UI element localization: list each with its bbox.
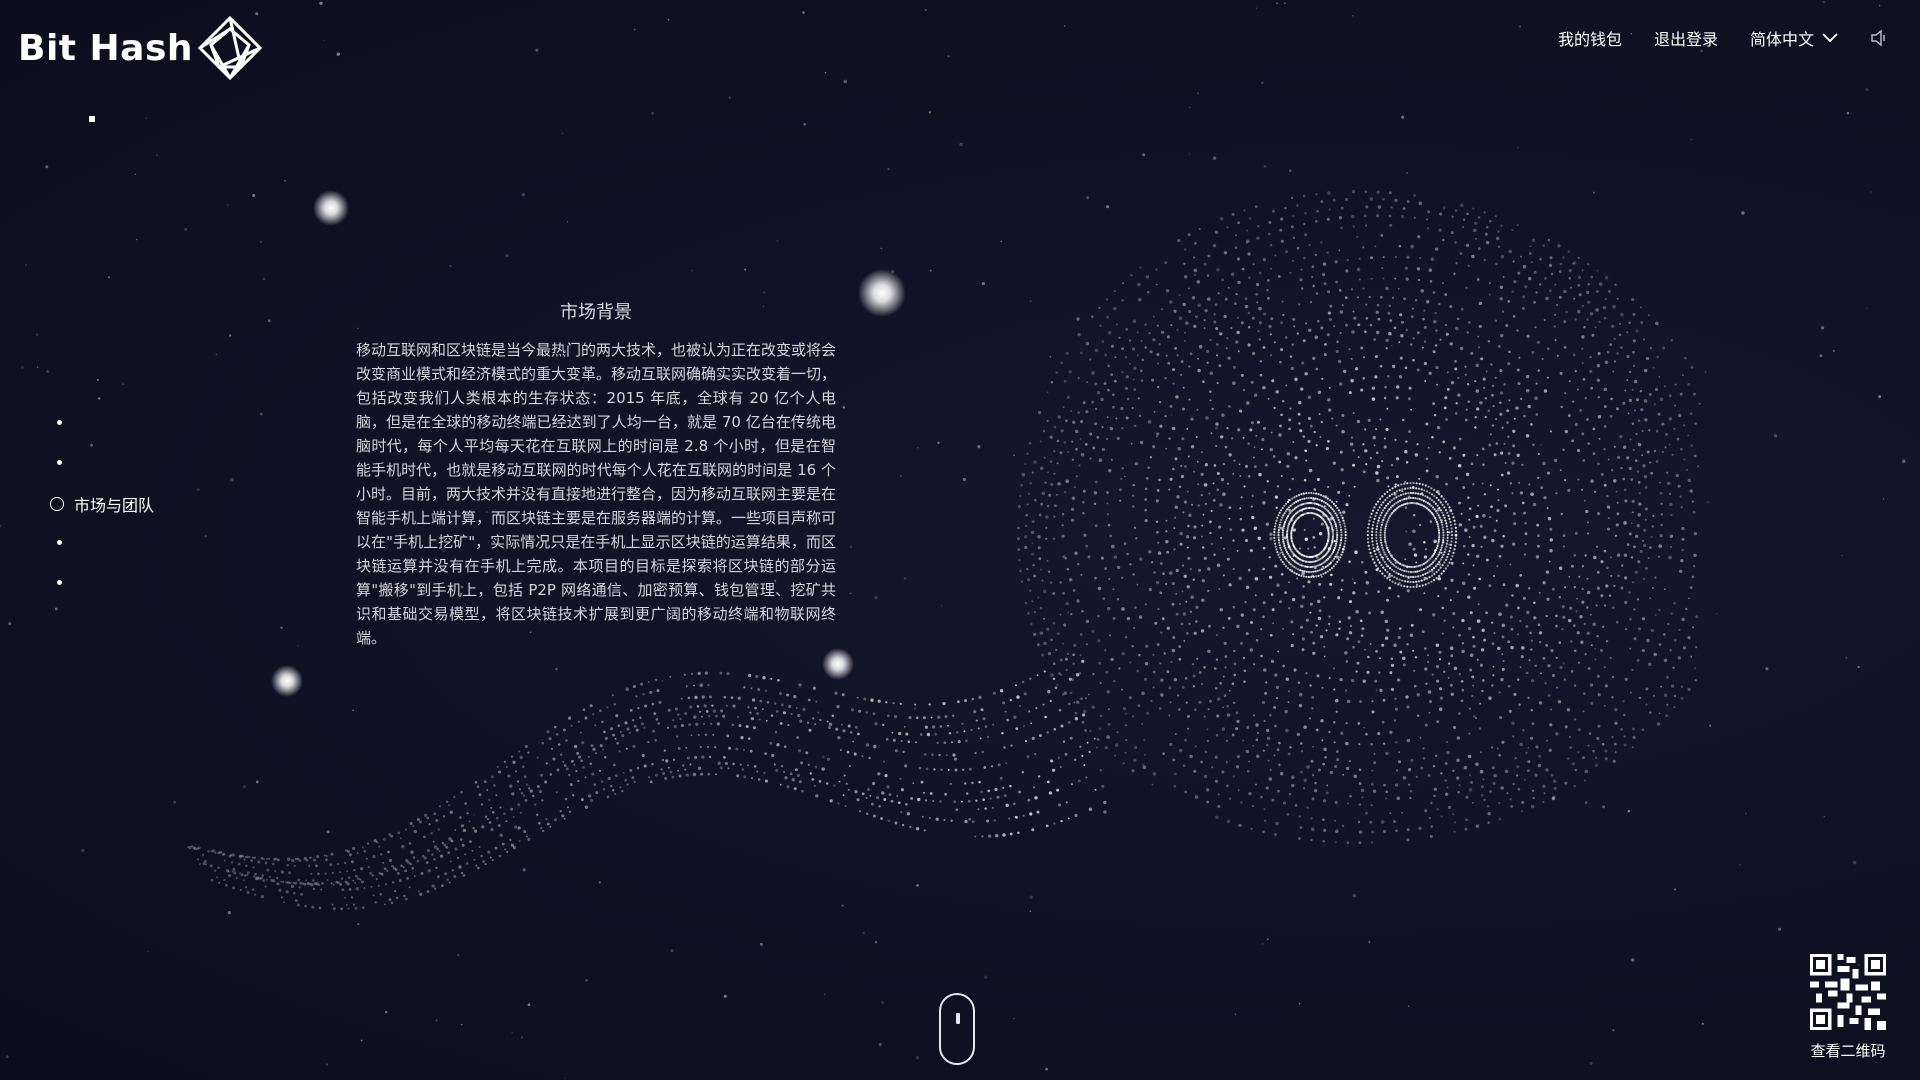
section-dot [57, 460, 62, 465]
section-nav-item-5[interactable] [50, 580, 62, 585]
diamond-lattice-icon [197, 15, 263, 81]
section-dot [57, 540, 62, 545]
sound-toggle[interactable] [1870, 28, 1890, 48]
my-wallet-link[interactable]: 我的钱包 [1558, 26, 1622, 50]
particle-background [0, 1, 1906, 1080]
mouse-wheel [956, 1013, 960, 1024]
section-title: 市场背景 [560, 302, 632, 323]
page: Bit Hash 我的钱包 退出登录 简体中文 市场与团队 市场背景 移动互联网… [0, 0, 1920, 1080]
section-nav-item-1[interactable] [50, 420, 62, 425]
language-selector[interactable]: 简体中文 [1750, 26, 1838, 50]
logout-link[interactable]: 退出登录 [1654, 26, 1718, 50]
section-nav-label: 市场与团队 [74, 496, 155, 515]
market-background-section: 市场背景 移动互联网和区块链是当今最热门的两大技术，也被认为正在改变或将会改变商… [356, 298, 836, 650]
section-body: 移动互联网和区块链是当今最热门的两大技术，也被认为正在改变或将会改变商业模式和经… [356, 341, 837, 647]
qr-code-icon [1810, 954, 1886, 1030]
section-nav-item-2[interactable] [50, 460, 62, 465]
brand-logo[interactable]: Bit Hash [18, 15, 263, 81]
section-dot [57, 420, 62, 425]
qr-code-label: 查看二维码 [1810, 1042, 1886, 1060]
brand-name: Bit Hash [18, 27, 193, 69]
language-label: 简体中文 [1749, 30, 1814, 49]
section-nav-item-market-team[interactable]: 市场与团队 [50, 492, 154, 516]
qr-code-button[interactable]: 查看二维码 [1800, 954, 1896, 1061]
corner-marker [89, 116, 95, 122]
top-nav: 我的钱包 退出登录 简体中文 [1558, 26, 1890, 50]
section-nav-item-4[interactable] [50, 540, 62, 545]
section-dot [57, 580, 62, 585]
chevron-down-icon [1822, 33, 1838, 43]
active-section-ring [50, 497, 64, 511]
speaker-icon [1871, 29, 1885, 47]
mouse-scroll-icon[interactable] [939, 993, 975, 1065]
